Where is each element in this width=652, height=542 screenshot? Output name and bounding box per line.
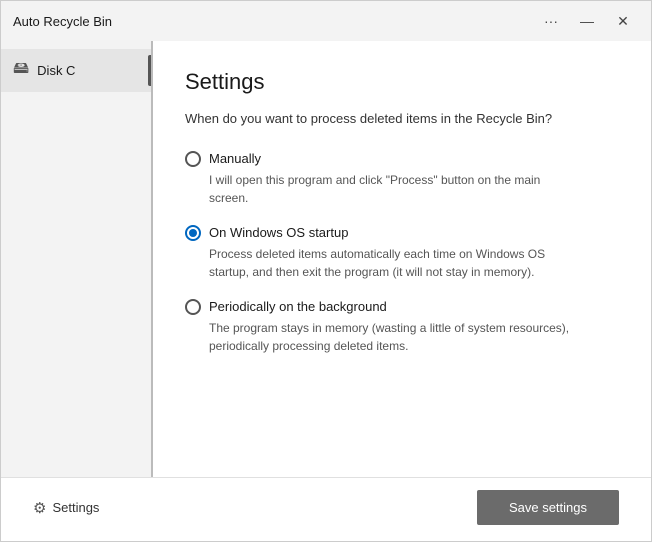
option-manually-desc: I will open this program and click "Proc…	[209, 171, 579, 207]
option-manually-radio[interactable]	[185, 151, 201, 167]
app-window: Auto Recycle Bin ··· — ✕ 🖴 Disk C Settin…	[0, 0, 652, 542]
sidebar: 🖴 Disk C	[1, 41, 151, 477]
minimize-button[interactable]: —	[571, 7, 603, 35]
title-bar-left: Auto Recycle Bin	[13, 14, 112, 29]
title-bar-controls: ··· — ✕	[535, 7, 639, 35]
more-button[interactable]: ···	[535, 7, 567, 35]
footer-settings-label: Settings	[52, 500, 99, 515]
option-periodically-row[interactable]: Periodically on the background	[185, 299, 619, 315]
option-periodically-desc: The program stays in memory (wasting a l…	[209, 319, 579, 355]
footer-settings-link[interactable]: ⚙ Settings	[33, 499, 99, 517]
option-on-startup-desc: Process deleted items automatically each…	[209, 245, 579, 281]
content-area: 🖴 Disk C Settings When do you want to pr…	[1, 41, 651, 477]
sidebar-item-disk-c[interactable]: 🖴 Disk C	[1, 49, 151, 92]
option-on-startup-label: On Windows OS startup	[209, 225, 348, 240]
title-bar: Auto Recycle Bin ··· — ✕	[1, 1, 651, 41]
option-periodically: Periodically on the background The progr…	[185, 299, 619, 355]
settings-question: When do you want to process deleted item…	[185, 109, 565, 129]
option-manually-label: Manually	[209, 151, 261, 166]
option-on-startup: On Windows OS startup Process deleted it…	[185, 225, 619, 281]
save-settings-button[interactable]: Save settings	[477, 490, 619, 525]
option-periodically-radio[interactable]	[185, 299, 201, 315]
footer: ⚙ Settings Save settings	[1, 477, 651, 541]
close-button[interactable]: ✕	[607, 7, 639, 35]
window-title: Auto Recycle Bin	[13, 14, 112, 29]
main-panel: Settings When do you want to process del…	[153, 41, 651, 477]
page-title: Settings	[185, 69, 619, 95]
option-periodically-label: Periodically on the background	[209, 299, 387, 314]
option-on-startup-radio[interactable]	[185, 225, 201, 241]
sidebar-item-label: Disk C	[37, 63, 75, 78]
option-manually: Manually I will open this program and cl…	[185, 151, 619, 207]
option-on-startup-row[interactable]: On Windows OS startup	[185, 225, 619, 241]
options-list: Manually I will open this program and cl…	[185, 151, 619, 458]
disk-icon: 🖴	[13, 57, 29, 84]
option-manually-row[interactable]: Manually	[185, 151, 619, 167]
settings-icon: ⚙	[33, 499, 46, 517]
